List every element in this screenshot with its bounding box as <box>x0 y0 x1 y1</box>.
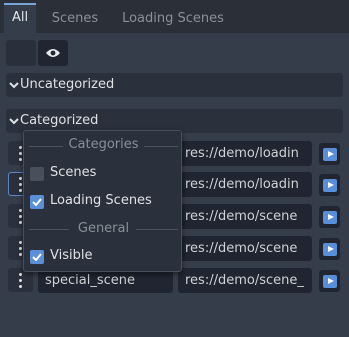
toolbar-blank-button[interactable] <box>6 40 36 66</box>
checkmark-icon <box>32 198 42 206</box>
play-icon <box>322 274 337 288</box>
row-5-play-button[interactable] <box>319 270 340 292</box>
divider <box>136 229 178 230</box>
panel-bottom <box>0 308 349 337</box>
play-icon <box>322 147 337 161</box>
tab-all[interactable]: All <box>4 3 36 33</box>
row-2-path-field[interactable]: res://demo/loadin <box>178 172 312 197</box>
row-4-play-button[interactable] <box>319 238 340 260</box>
row-1-play-button[interactable] <box>319 143 340 165</box>
tab-scenes[interactable]: Scenes <box>44 5 106 33</box>
visible-checkbox[interactable] <box>30 250 44 264</box>
divider <box>144 146 178 147</box>
play-icon <box>322 210 337 224</box>
row-5-path-field[interactable]: res://demo/scene_ <box>178 268 312 293</box>
row-3-path-field[interactable]: res://demo/scene <box>178 204 312 229</box>
row-3-play-button[interactable] <box>319 206 340 228</box>
chevron-down-icon <box>8 109 20 133</box>
checkmark-icon <box>32 253 42 261</box>
section-uncategorized-label: Uncategorized <box>20 77 115 92</box>
section-categorized-label: Categorized <box>20 113 99 128</box>
row-2-play-button[interactable] <box>319 174 340 196</box>
scenes-option-label[interactable]: Scenes <box>50 165 96 180</box>
row-4-path-field[interactable]: res://demo/scene <box>178 236 312 261</box>
categories-heading: Categories <box>68 137 139 152</box>
category-popup-menu: Categories Scenes Loading Scenes General… <box>23 130 182 272</box>
scenes-checkbox[interactable] <box>30 167 44 181</box>
tab-loading-scenes[interactable]: Loading Scenes <box>114 5 232 33</box>
row-1-path-field[interactable]: res://demo/loadin <box>178 141 312 166</box>
visible-option-label[interactable]: Visible <box>50 248 92 263</box>
play-icon <box>322 178 337 192</box>
loading-scenes-checkbox[interactable] <box>30 195 44 209</box>
chevron-down-icon <box>8 73 20 97</box>
loading-scenes-option-label[interactable]: Loading Scenes <box>50 193 152 208</box>
play-icon <box>322 242 337 256</box>
visibility-toggle-button[interactable] <box>38 40 68 66</box>
tab-bar: All Scenes Loading Scenes <box>0 0 349 33</box>
section-uncategorized[interactable]: Uncategorized <box>6 73 343 97</box>
eye-icon <box>46 49 60 57</box>
